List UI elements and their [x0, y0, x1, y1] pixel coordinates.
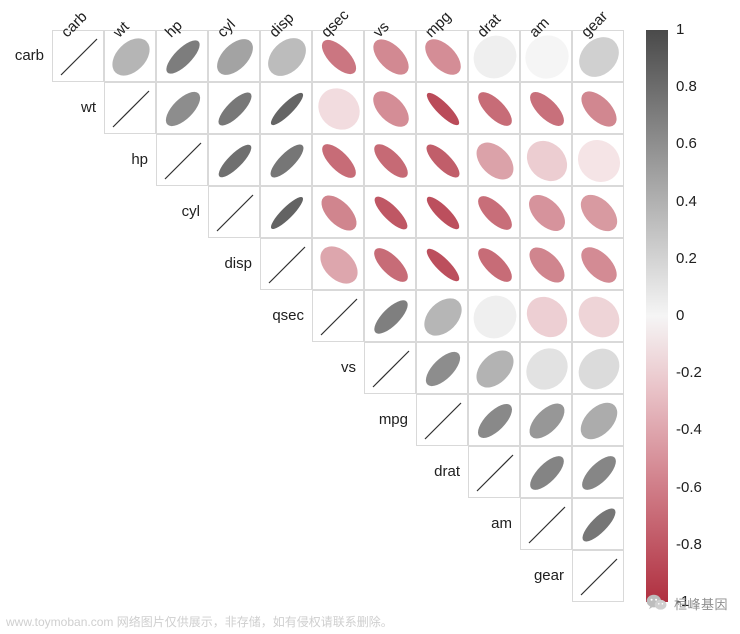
corr-cell — [572, 342, 624, 394]
corr-cell — [468, 134, 520, 186]
corr-cell — [520, 446, 572, 498]
corr-cell — [156, 30, 208, 82]
corr-cell — [416, 394, 468, 446]
corr-cell — [312, 134, 364, 186]
corr-cell — [468, 342, 520, 394]
corr-cell — [520, 30, 572, 82]
corr-cell — [260, 82, 312, 134]
corr-cell — [260, 134, 312, 186]
row-label: carb — [0, 47, 44, 64]
corr-cell — [260, 30, 312, 82]
corr-cell — [468, 30, 520, 82]
corr-cell — [520, 186, 572, 238]
corr-cell — [364, 186, 416, 238]
watermark-text: 桓峰基因 — [674, 594, 728, 613]
row-label: cyl — [152, 203, 200, 220]
row-label: wt — [48, 99, 96, 116]
colorbar-tick: -0.4 — [676, 421, 702, 438]
row-label: hp — [100, 151, 148, 168]
corr-cell — [416, 82, 468, 134]
colorbar-tick: 0 — [676, 307, 684, 324]
corr-cell — [572, 82, 624, 134]
colorbar-tick: 0.2 — [676, 250, 697, 267]
corr-cell — [312, 186, 364, 238]
corr-cell — [416, 186, 468, 238]
corr-cell — [572, 238, 624, 290]
corr-cell — [416, 238, 468, 290]
corr-cell — [364, 134, 416, 186]
wechat-icon — [646, 593, 674, 614]
corr-cell — [208, 186, 260, 238]
corr-cell — [572, 446, 624, 498]
corr-cell — [572, 134, 624, 186]
corr-cell — [468, 394, 520, 446]
corr-cell — [312, 290, 364, 342]
corr-cell — [572, 290, 624, 342]
colorbar-tick: 0.8 — [676, 78, 697, 95]
row-label: am — [464, 515, 512, 532]
corr-cell — [208, 134, 260, 186]
corr-cell — [364, 238, 416, 290]
row-label: disp — [204, 255, 252, 272]
corr-cell — [520, 82, 572, 134]
corr-cell — [572, 550, 624, 602]
corr-cell — [364, 82, 416, 134]
corr-cell — [520, 290, 572, 342]
corr-cell — [260, 186, 312, 238]
corr-cell — [364, 290, 416, 342]
correlation-matrix-plot — [52, 30, 624, 602]
corr-cell — [520, 238, 572, 290]
corr-cell — [416, 134, 468, 186]
page-root: 10.80.60.40.20-0.2-0.4-0.6-0.8-1 桓峰基因 ww… — [0, 0, 740, 634]
row-label: vs — [308, 359, 356, 376]
corr-cell — [468, 446, 520, 498]
corr-cell — [312, 238, 364, 290]
corr-cell — [520, 134, 572, 186]
corr-cell — [468, 238, 520, 290]
corr-cell — [104, 30, 156, 82]
corr-cell — [364, 342, 416, 394]
corr-cell — [520, 394, 572, 446]
colorbar-tick: -0.6 — [676, 479, 702, 496]
corr-cell — [156, 82, 208, 134]
corr-cell — [468, 186, 520, 238]
colorbar-tick: -0.8 — [676, 536, 702, 553]
watermark: 桓峰基因 — [646, 593, 728, 614]
corr-cell — [416, 342, 468, 394]
colorbar — [646, 30, 668, 602]
corr-cell — [416, 30, 468, 82]
colorbar-tick: -0.2 — [676, 364, 702, 381]
corr-cell — [572, 186, 624, 238]
corr-cell — [572, 498, 624, 550]
corr-cell — [260, 238, 312, 290]
row-label: gear — [516, 567, 564, 584]
row-label: qsec — [256, 307, 304, 324]
corr-cell — [468, 290, 520, 342]
row-label: mpg — [360, 411, 408, 428]
corr-cell — [572, 394, 624, 446]
corr-cell — [104, 82, 156, 134]
corr-cell — [208, 82, 260, 134]
row-label: drat — [412, 463, 460, 480]
corr-cell — [416, 290, 468, 342]
colorbar-tick: 1 — [676, 21, 684, 38]
colorbar-tick: 0.6 — [676, 135, 697, 152]
corr-cell — [364, 30, 416, 82]
corr-cell — [312, 82, 364, 134]
corr-cell — [520, 498, 572, 550]
corr-cell — [572, 30, 624, 82]
corr-cell — [468, 82, 520, 134]
colorbar-tick: 0.4 — [676, 193, 697, 210]
corr-cell — [52, 30, 104, 82]
corr-cell — [156, 134, 208, 186]
corr-cell — [208, 30, 260, 82]
corr-cell — [312, 30, 364, 82]
corr-cell — [520, 342, 572, 394]
footer-text: www.toymoban.com 网络图片仅供展示，非存储，如有侵权请联系删除。 — [6, 613, 393, 630]
